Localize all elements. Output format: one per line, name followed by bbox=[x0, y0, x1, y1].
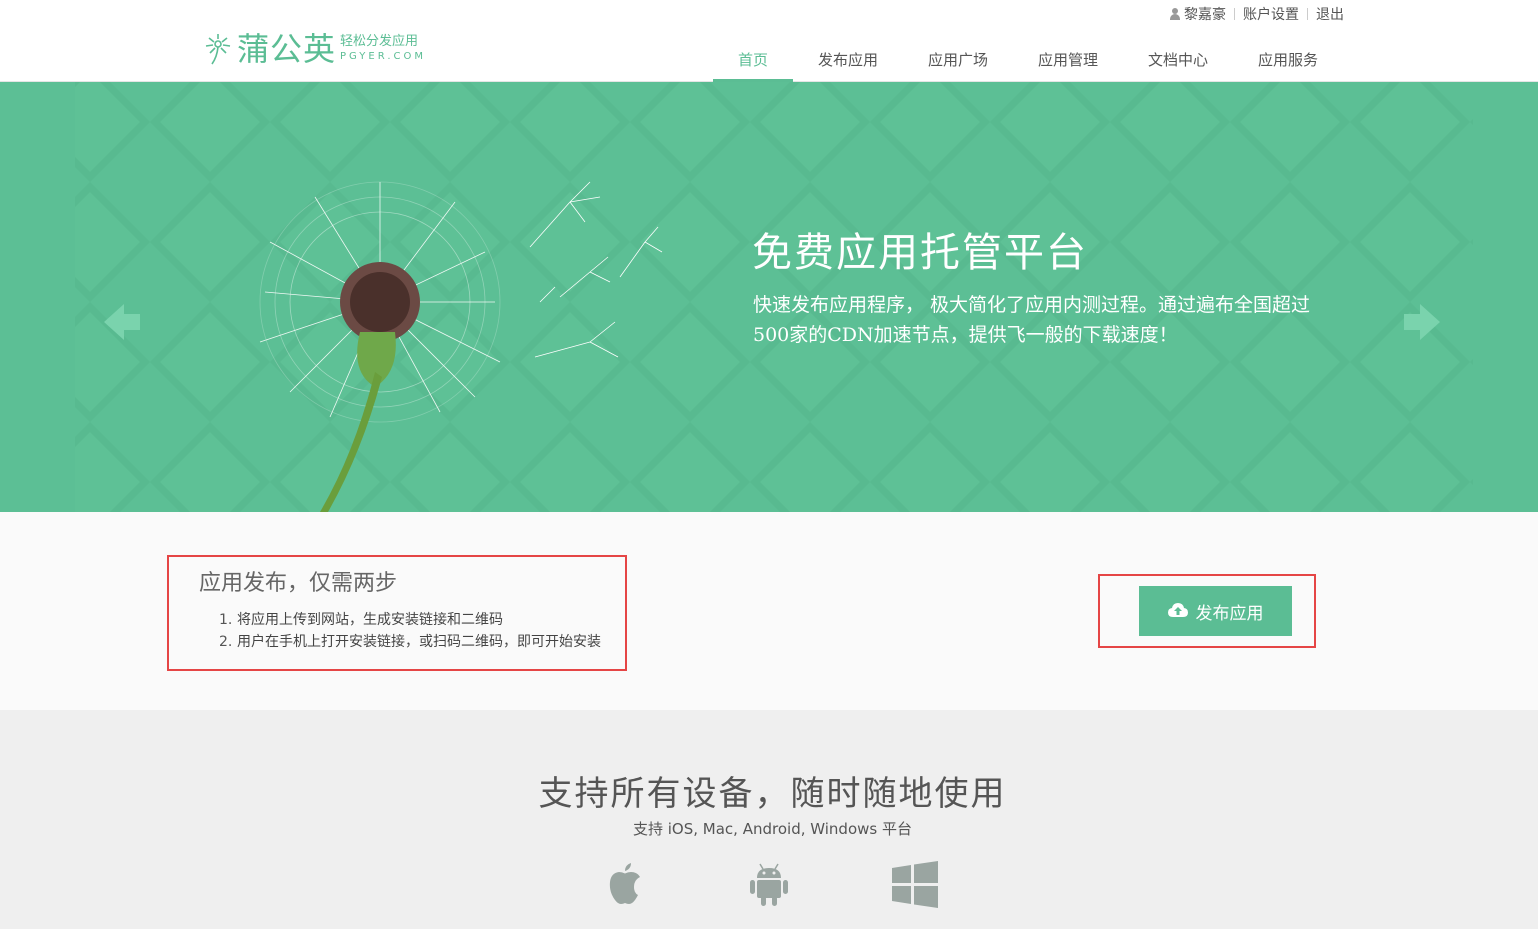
dandelion-illustration bbox=[259, 181, 663, 512]
dandelion-logo-icon bbox=[205, 34, 231, 65]
account-settings-link[interactable]: 账户设置 bbox=[1243, 4, 1299, 24]
logo-slogan: 轻松分发应用 bbox=[340, 34, 419, 49]
button-highlight-box: 发布应用 bbox=[1098, 574, 1316, 648]
list-item: 2. 用户在手机上打开安装链接，或扫码二维码，即可开始安装 bbox=[219, 631, 601, 653]
nav-item-services[interactable]: 应用服务 bbox=[1233, 40, 1343, 82]
logo[interactable]: 蒲公英 轻松分发应用 PGYER.COM bbox=[203, 32, 426, 66]
devices-title: 支持所有设备，随时随地使用 bbox=[538, 774, 1007, 814]
cloud-upload-icon bbox=[1167, 603, 1188, 617]
android-icon bbox=[750, 863, 788, 906]
logout-link[interactable]: 退出 bbox=[1316, 4, 1344, 24]
main-nav: 首页 发布应用 应用广场 应用管理 文档中心 应用服务 bbox=[713, 40, 1343, 82]
logo-domain: PGYER.COM bbox=[340, 51, 426, 62]
list-item: 1. 将应用上传到网站，生成安装链接和二维码 bbox=[219, 609, 601, 631]
divider bbox=[1234, 8, 1235, 20]
nav-item-docs[interactable]: 文档中心 bbox=[1123, 40, 1233, 82]
step-number: 2. bbox=[219, 634, 233, 650]
publish-button-label: 发布应用 bbox=[1195, 603, 1264, 624]
hero-banner: 免费应用托管平台 快速发布应用程序， 极大简化了应用内测过程。通过遍布全国超过5… bbox=[0, 82, 1538, 512]
steps-list: 1. 将应用上传到网站，生成安装链接和二维码 2. 用户在手机上打开安装链接，或扫码… bbox=[219, 609, 601, 653]
nav-item-home[interactable]: 首页 bbox=[713, 40, 793, 82]
hero-title: 免费应用托管平台 bbox=[752, 230, 1088, 276]
devices-section: 支持所有设备，随时随地使用 支持 iOS, Mac, Android, Wind… bbox=[0, 710, 1538, 929]
devices-subtitle: 支持 iOS, Mac, Android, Windows 平台 bbox=[633, 820, 912, 838]
logo-name: 蒲公英 bbox=[237, 30, 337, 68]
windows-icon bbox=[892, 861, 938, 908]
hero-description: 快速发布应用程序， 极大简化了应用内测过程。通过遍布全国超过500家的CDN加速… bbox=[753, 294, 1311, 346]
user-bar: 黎嘉豪 账户设置 退出 bbox=[1169, 4, 1344, 24]
step-text: 将应用上传到网站，生成安装链接和二维码 bbox=[237, 612, 503, 628]
step-number: 1. bbox=[219, 612, 233, 628]
step-text: 用户在手机上打开安装链接，或扫码二维码，即可开始安装 bbox=[237, 634, 601, 650]
nav-item-app-square[interactable]: 应用广场 bbox=[903, 40, 1013, 82]
nav-item-app-manage[interactable]: 应用管理 bbox=[1013, 40, 1123, 82]
arrow-left-icon[interactable] bbox=[102, 302, 142, 342]
apple-icon bbox=[609, 863, 640, 904]
user-icon bbox=[1169, 8, 1181, 20]
arrow-right-icon[interactable] bbox=[1402, 302, 1442, 342]
publish-app-button[interactable]: 发布应用 bbox=[1139, 586, 1292, 636]
publish-section: 应用发布，仅需两步 1. 将应用上传到网站，生成安装链接和二维码 2. 用户在手机上… bbox=[0, 512, 1538, 710]
steps-title: 应用发布，仅需两步 bbox=[199, 571, 398, 596]
nav-item-publish[interactable]: 发布应用 bbox=[793, 40, 903, 82]
divider bbox=[1307, 8, 1308, 20]
username-link[interactable]: 黎嘉豪 bbox=[1184, 4, 1226, 24]
steps-highlight-box: 应用发布，仅需两步 1. 将应用上传到网站，生成安装链接和二维码 2. 用户在手机上… bbox=[167, 555, 627, 671]
